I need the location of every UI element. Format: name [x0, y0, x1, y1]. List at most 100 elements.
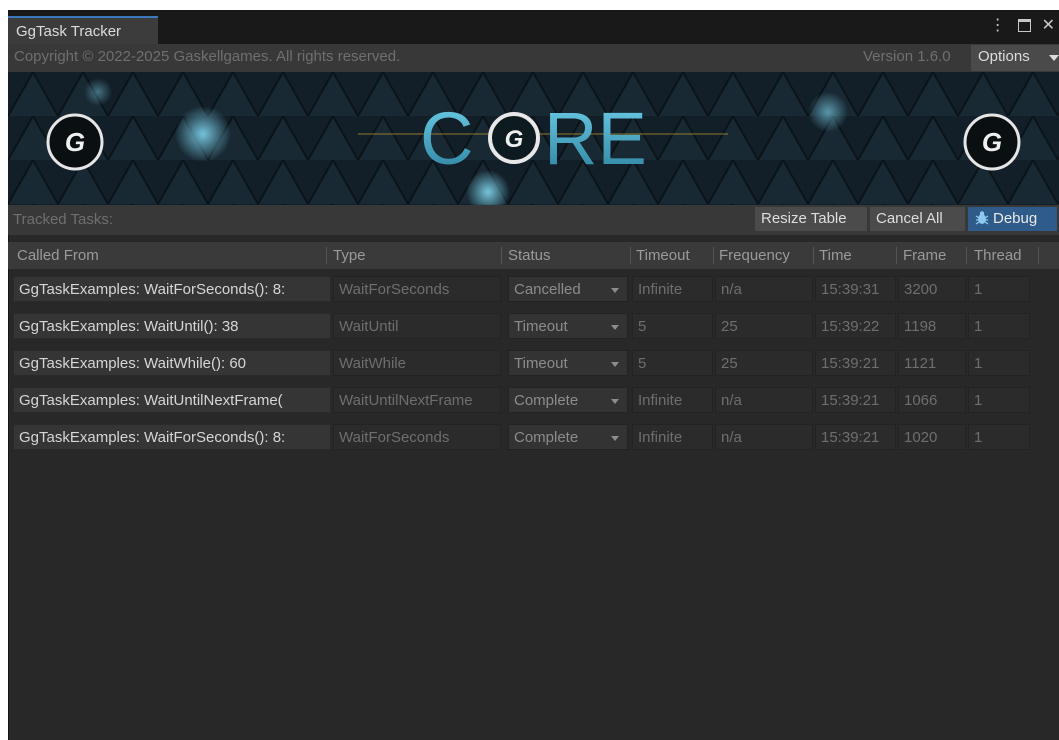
- core-letters-re: RE: [544, 97, 647, 180]
- thread-field-text: 1: [974, 281, 983, 298]
- column-separator[interactable]: [713, 247, 714, 264]
- core-center-mark: G: [505, 126, 524, 153]
- tracked-tasks-label: Tracked Tasks:: [13, 211, 114, 228]
- thread-field-text: 1: [974, 392, 983, 409]
- thread-field: 1: [968, 313, 1030, 339]
- table-row[interactable]: GgTaskExamples: WaitWhile(): 60 WaitWhile…: [8, 347, 1059, 379]
- toolbar: Copyright © 2022-2025 Gaskellgames. All …: [8, 44, 1059, 72]
- column-header-thread[interactable]: Thread: [974, 247, 1022, 264]
- called-from-cell: GgTaskExamples: WaitUntil(): 38: [13, 313, 331, 339]
- frame-field: 1066: [898, 387, 966, 413]
- column-separator[interactable]: [813, 247, 814, 264]
- status-dropdown[interactable]: Timeout: [508, 350, 628, 376]
- called-from-cell-text: GgTaskExamples: WaitUntil(): 38: [19, 318, 239, 335]
- called-from-cell-text: GgTaskExamples: WaitForSeconds(): 8:: [19, 281, 286, 298]
- table-row[interactable]: GgTaskExamples: WaitForSeconds(): 8: Wait…: [8, 421, 1059, 453]
- version-text: Version 1.6.0: [863, 48, 951, 65]
- column-separator[interactable]: [1038, 247, 1039, 264]
- column-header-called-from[interactable]: Called From: [17, 247, 99, 264]
- column-header-frequency[interactable]: Frequency: [719, 247, 790, 264]
- type-cell: WaitForSeconds: [333, 276, 501, 302]
- column-separator[interactable]: [966, 247, 967, 264]
- timeout-field: Infinite: [632, 424, 713, 450]
- options-label: Options: [978, 48, 1030, 65]
- frame-field-text: 1020: [904, 429, 938, 446]
- frequency-field: 25: [715, 313, 813, 339]
- window-tab[interactable]: GgTask Tracker: [8, 16, 158, 44]
- table-row[interactable]: GgTaskExamples: WaitForSeconds(): 8: Wait…: [8, 273, 1059, 305]
- cancel-all-button[interactable]: Cancel All: [870, 207, 965, 231]
- timeout-field: 5: [632, 350, 713, 376]
- status-dropdown[interactable]: Complete: [508, 387, 628, 413]
- status-dropdown-text: Timeout: [514, 355, 568, 372]
- dropdown-arrow-icon: [611, 399, 619, 404]
- frame-field-text: 1066: [904, 392, 938, 409]
- timeout-field: 5: [632, 313, 713, 339]
- time-field: 15:39:31: [815, 276, 896, 302]
- ggtask-tracker-window: GgTask Tracker ⋮ ✕ Copyright © 2022-2025…: [8, 10, 1059, 740]
- frame-field-text: 3200: [904, 281, 938, 298]
- column-header-frame[interactable]: Frame: [903, 247, 946, 264]
- frame-field-text: 1121: [904, 355, 937, 372]
- called-from-cell: GgTaskExamples: WaitUntilNextFrame(: [13, 387, 331, 413]
- column-separator[interactable]: [326, 247, 327, 264]
- title-bar: GgTask Tracker ⋮ ✕: [8, 10, 1059, 44]
- called-from-cell-text: GgTaskExamples: WaitWhile(): 60: [19, 355, 247, 372]
- time-field-text: 15:39:31: [821, 281, 880, 298]
- column-header-time[interactable]: Time: [819, 247, 852, 264]
- menu-dots-icon[interactable]: ⋮: [990, 15, 1006, 35]
- time-field-text: 15:39:21: [821, 355, 880, 372]
- close-icon[interactable]: ✕: [1042, 15, 1055, 35]
- banner-graphic: G G C G RE: [8, 72, 1059, 214]
- type-cell: WaitForSeconds: [333, 424, 501, 450]
- time-field: 15:39:21: [815, 350, 896, 376]
- debug-label: Debug: [993, 210, 1038, 227]
- type-cell-text: WaitForSeconds: [339, 281, 450, 298]
- timeout-field-text: Infinite: [638, 429, 683, 446]
- thread-field: 1: [968, 350, 1030, 376]
- timeout-field-text: 5: [638, 318, 647, 335]
- time-field: 15:39:21: [815, 424, 896, 450]
- column-separator[interactable]: [501, 247, 502, 264]
- called-from-cell-text: GgTaskExamples: WaitUntilNextFrame(: [19, 392, 283, 409]
- frequency-field-text: n/a: [721, 429, 742, 446]
- timeout-field: Infinite: [632, 276, 713, 302]
- called-from-cell: GgTaskExamples: WaitForSeconds(): 8:: [13, 276, 331, 302]
- frequency-field-text: n/a: [721, 281, 742, 298]
- timeout-field: Infinite: [632, 387, 713, 413]
- column-separator[interactable]: [896, 247, 897, 264]
- status-dropdown[interactable]: Complete: [508, 424, 628, 450]
- called-from-cell: GgTaskExamples: WaitWhile(): 60: [13, 350, 331, 376]
- time-field: 15:39:22: [815, 313, 896, 339]
- copyright-text: Copyright © 2022-2025 Gaskellgames. All …: [14, 48, 401, 65]
- status-dropdown[interactable]: Timeout: [508, 313, 628, 339]
- column-separator[interactable]: [630, 247, 631, 264]
- called-from-cell-text: GgTaskExamples: WaitForSeconds(): 8:: [19, 429, 286, 446]
- column-header-status[interactable]: Status: [508, 247, 551, 264]
- frequency-field: n/a: [715, 424, 813, 450]
- debug-toggle-button[interactable]: Debug: [968, 207, 1057, 231]
- status-dropdown-text: Cancelled: [514, 281, 581, 298]
- status-dropdown-text: Complete: [514, 392, 579, 409]
- thread-field-text: 1: [974, 318, 983, 335]
- resize-table-button[interactable]: Resize Table: [755, 207, 867, 231]
- table-row[interactable]: GgTaskExamples: WaitUntilNextFrame( WaitU…: [8, 384, 1059, 416]
- gaskellgames-logo-icon: G: [46, 113, 104, 171]
- core-letter-c: C: [420, 97, 473, 180]
- table-header: Called From Type Status Timeout Frequenc…: [8, 242, 1059, 269]
- time-field: 15:39:21: [815, 387, 896, 413]
- dropdown-arrow-icon: [611, 436, 619, 441]
- type-cell-text: WaitUntilNextFrame: [339, 392, 473, 409]
- frequency-field: 25: [715, 350, 813, 376]
- column-header-type[interactable]: Type: [333, 247, 366, 264]
- column-header-timeout[interactable]: Timeout: [636, 247, 690, 264]
- table-row[interactable]: GgTaskExamples: WaitUntil(): 38 WaitUntil…: [8, 310, 1059, 342]
- maximize-icon[interactable]: [1018, 19, 1032, 33]
- status-dropdown[interactable]: Cancelled: [508, 276, 628, 302]
- type-cell-text: WaitForSeconds: [339, 429, 450, 446]
- dropdown-arrow-icon: [611, 325, 619, 330]
- logo-right-letter: G: [982, 127, 1002, 157]
- time-field-text: 15:39:22: [821, 318, 880, 335]
- frame-field-text: 1198: [904, 318, 937, 335]
- options-dropdown[interactable]: Options: [971, 45, 1059, 71]
